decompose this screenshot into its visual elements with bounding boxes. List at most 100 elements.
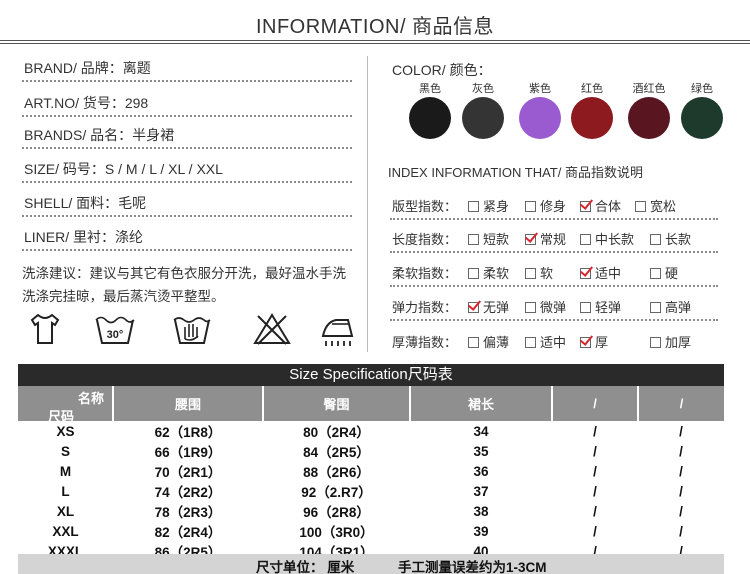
index-option[interactable]: 紧身 — [468, 196, 509, 215]
checkbox-icon — [525, 302, 536, 313]
color-name: 灰色 — [472, 83, 494, 95]
index-option[interactable]: 短款 — [468, 229, 509, 248]
index-option[interactable]: 偏薄 — [468, 332, 509, 351]
table-cell: 100（3R0） — [299, 525, 374, 540]
option-label: 适中 — [595, 266, 622, 281]
tshirt-icon — [30, 313, 60, 344]
option-label: 厚 — [595, 335, 609, 350]
table-row: M 70（2R1） 88（2R6） 36 / / — [18, 461, 724, 481]
art-no-row: ART.NO/ 货号：298 — [22, 83, 352, 117]
color-circle — [519, 97, 561, 139]
index-label: 弹力指数： — [392, 300, 458, 315]
option-label: 长款 — [665, 232, 692, 247]
color-swatch-red[interactable]: 红色 — [560, 80, 624, 139]
option-label: 常规 — [540, 232, 567, 247]
table-cell: 62（1R8） — [154, 425, 222, 440]
option-label: 加厚 — [665, 335, 692, 350]
divider — [0, 40, 750, 41]
checkbox-icon — [580, 302, 591, 313]
color-circle — [571, 97, 613, 139]
index-option[interactable]: 长款 — [650, 229, 691, 248]
index-option[interactable]: 加厚 — [650, 332, 691, 351]
art-no-text: ART.NO/ 货号：298 — [24, 95, 149, 111]
checkbox-checked-icon — [525, 234, 536, 245]
table-cell: 82（2R4） — [154, 525, 222, 540]
table-cell: XL — [56, 503, 75, 519]
index-option[interactable]: 微弹 — [525, 297, 566, 316]
checkbox-checked-icon — [580, 268, 591, 279]
index-option[interactable]: 修身 — [525, 196, 566, 215]
machine-wash-30-icon: 30° — [95, 316, 135, 344]
index-option[interactable]: 软 — [525, 263, 553, 282]
dotted-divider — [22, 80, 352, 82]
table-cell: 38 — [473, 503, 489, 519]
product-name-text: BRANDS/ 品名：半身裙 — [24, 127, 175, 143]
option-label: 无弹 — [483, 300, 510, 315]
option-label: 适中 — [540, 335, 567, 350]
color-circle — [409, 97, 451, 139]
size-text: SIZE/ 码号：S / M / L / XL / XXL — [24, 161, 223, 177]
table-cell: / — [593, 443, 597, 459]
color-circle — [681, 97, 723, 139]
color-swatch-gray[interactable]: 灰色 — [451, 80, 515, 139]
color-circle — [628, 97, 670, 139]
color-swatch-green[interactable]: 绿色 — [670, 80, 734, 139]
option-label: 硬 — [665, 266, 679, 281]
shell-row: SHELL/ 面料：毛呢 — [22, 183, 352, 217]
size-spec-footer: 尺寸单位： 厘米 手工测量误差约为1-3CM — [18, 554, 724, 574]
checkbox-icon — [580, 234, 591, 245]
index-row-elasticity: 弹力指数： 无弹 微弹 轻弹 高弹 — [390, 287, 718, 321]
color-name: 红色 — [581, 83, 603, 95]
table-header-cell: / — [552, 386, 639, 421]
table-cell: / — [679, 443, 683, 459]
table-cell: / — [593, 523, 597, 539]
wash-advice-line: 洗涤建议：建议与其它有色衣服分开洗，最好温水手洗 — [22, 266, 346, 281]
table-cell: / — [679, 523, 683, 539]
table-header-cell: 腰围 — [113, 386, 264, 421]
table-cell: 96（2R8） — [303, 505, 370, 520]
checkbox-checked-icon — [468, 302, 479, 313]
table-row: XXL 82（2R4） 100（3R0） 39 / / — [18, 521, 724, 541]
iron-steam-icon — [321, 319, 354, 346]
color-circle — [462, 97, 504, 139]
divider — [0, 43, 750, 44]
table-row: XL 78（2R3） 96（2R8） 38 / / — [18, 501, 724, 521]
index-option[interactable]: 轻弹 — [580, 297, 621, 316]
table-cell: 35 — [473, 443, 489, 459]
table-cell: / — [593, 503, 597, 519]
table-cell: 34 — [473, 423, 489, 439]
option-label: 软 — [540, 266, 554, 281]
option-label: 合体 — [595, 199, 622, 214]
index-option[interactable]: 柔软 — [468, 263, 509, 282]
index-option[interactable]: 合体 — [580, 196, 621, 215]
checkbox-icon — [468, 234, 479, 245]
table-cell: 80（2R4） — [303, 425, 370, 440]
checkbox-icon — [525, 268, 536, 279]
table-cell: 37 — [473, 483, 489, 499]
option-label: 偏薄 — [483, 335, 510, 350]
index-option[interactable]: 硬 — [650, 263, 678, 282]
brand-text: BRAND/ 品牌：离题 — [24, 60, 151, 76]
wash-advice-line: 洗涤完挂晾，最后蒸汽烫平整型。 — [22, 289, 225, 304]
table-cell: S — [60, 443, 70, 459]
index-option[interactable]: 中长款 — [580, 229, 634, 248]
checkbox-icon — [650, 337, 661, 348]
index-option[interactable]: 厚 — [580, 332, 608, 351]
table-cell: 74（2R2） — [154, 485, 222, 500]
table-cell: M — [59, 463, 72, 479]
product-name-row: BRANDS/ 品名：半身裙 — [22, 115, 352, 149]
index-option[interactable]: 无弹 — [468, 297, 509, 316]
index-option[interactable]: 适中 — [580, 263, 621, 282]
checkbox-icon — [650, 268, 661, 279]
table-header-cell: 臀围 — [263, 386, 411, 421]
checkbox-icon — [525, 337, 536, 348]
table-cell: 84（2R5） — [303, 445, 370, 460]
index-option[interactable]: 宽松 — [635, 196, 676, 215]
index-option[interactable]: 适中 — [525, 332, 566, 351]
index-option[interactable]: 常规 — [525, 229, 566, 248]
size-row: SIZE/ 码号：S / M / L / XL / XXL — [22, 149, 352, 183]
index-option[interactable]: 高弹 — [650, 297, 691, 316]
option-label: 微弹 — [540, 300, 567, 315]
table-row: L 74（2R2） 92（2.R7） 37 / / — [18, 481, 724, 501]
table-cell: / — [593, 463, 597, 479]
